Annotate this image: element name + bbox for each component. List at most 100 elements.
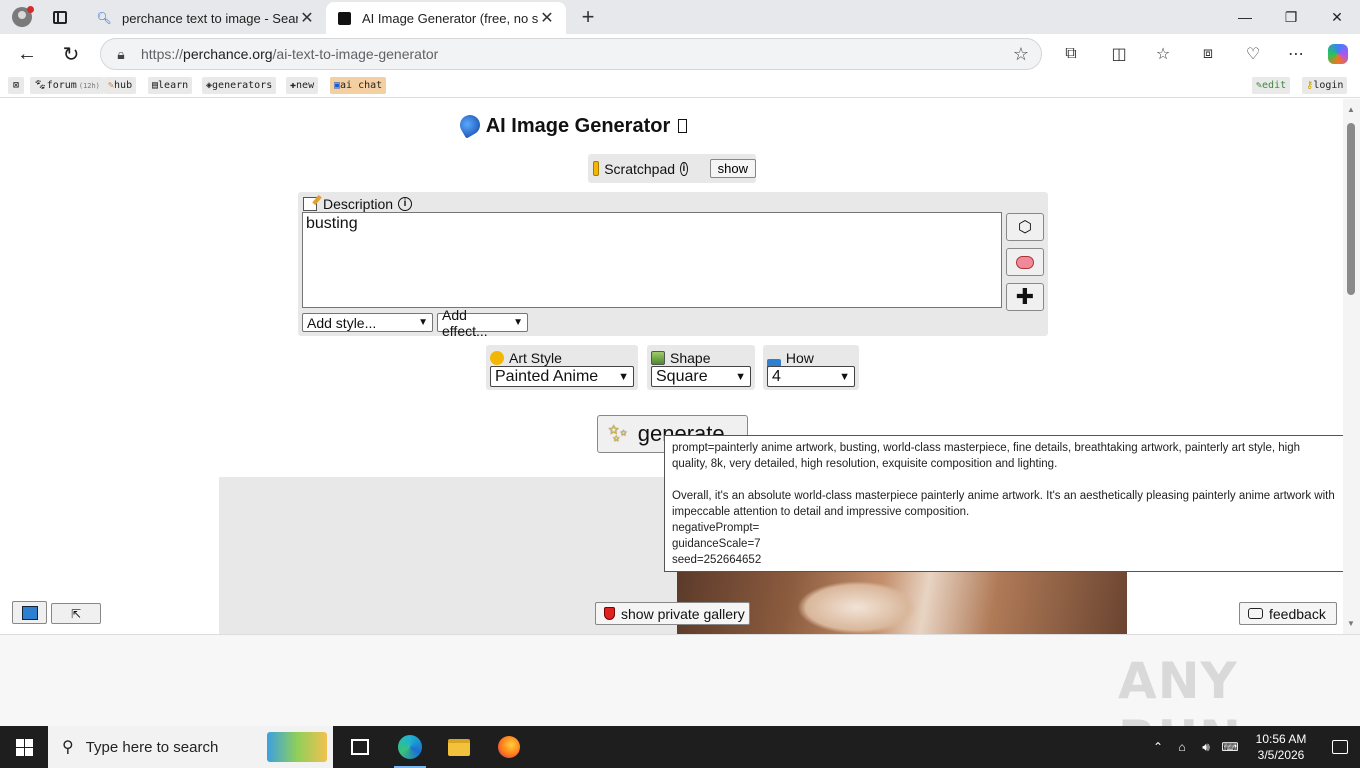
scratchpad-panel: Scratchpad i show	[588, 154, 756, 183]
close-tab-icon[interactable]: ✕	[298, 8, 316, 28]
art-style-value: Painted Anime	[495, 367, 599, 385]
close-tab-icon[interactable]: ✕	[538, 8, 556, 28]
start-button[interactable]	[0, 726, 48, 768]
arrow-up-left-icon: ⇱	[70, 606, 82, 621]
add-effect-select[interactable]: Add effect... ▼	[437, 307, 528, 339]
nav-new[interactable]: ✚ new	[286, 77, 319, 94]
close-nav-icon[interactable]: ⊠	[8, 77, 24, 94]
shape-select[interactable]: Square ▼	[651, 366, 751, 387]
shape-value: Square	[656, 367, 708, 385]
scroll-down-arrow-icon[interactable]: ▼	[1347, 619, 1355, 628]
show-private-gallery-button[interactable]: show private gallery	[595, 602, 750, 625]
extensions-icon[interactable]: ⧉	[1058, 42, 1084, 66]
palette-icon	[490, 351, 504, 365]
taskbar-edge[interactable]	[386, 726, 434, 768]
brain-button[interactable]	[1006, 248, 1044, 276]
page-scrollbar[interactable]: ▲ ▼	[1343, 99, 1360, 634]
chevron-down-icon: ▼	[513, 317, 523, 328]
copilot-icon[interactable]	[1325, 42, 1351, 66]
tab-actions-icon[interactable]	[48, 6, 72, 28]
key-icon: ⚷	[1306, 80, 1314, 91]
minimize-button[interactable]: —	[1222, 0, 1268, 34]
network-icon[interactable]: ⌂	[1170, 740, 1194, 754]
art-style-select[interactable]: Painted Anime ▼	[490, 366, 634, 387]
split-screen-icon[interactable]: ◫	[1106, 42, 1132, 66]
system-tray: ⌃ ⌂ 🔊︎ ⌨ 10:56 AM 3/5/2026	[1146, 726, 1360, 768]
scratchpad-show-button[interactable]: show	[709, 159, 756, 178]
back-button[interactable]: ←	[12, 40, 42, 68]
search-highlight-image	[267, 732, 327, 762]
nav-label: login	[1313, 80, 1344, 91]
nav-hub[interactable]: ✎ hub	[104, 77, 137, 94]
lock-icon[interactable]: 🔒︎	[101, 46, 141, 63]
nav-login[interactable]: ⚷ login	[1302, 77, 1348, 94]
taskbar-search[interactable]: ⚲ Type here to search	[48, 726, 333, 768]
info-icon[interactable]: i	[398, 197, 413, 211]
new-tab-button[interactable]: +	[576, 4, 600, 30]
nav-forum[interactable]: 🐾︎ forum (12h)	[30, 77, 104, 94]
favorite-star-icon[interactable]: ☆	[1001, 44, 1041, 65]
scratchpad-label: Scratchpad	[604, 160, 676, 177]
nav-learn[interactable]: ▤ learn	[148, 77, 193, 94]
page-title: AI Image Generator	[4, 111, 1143, 139]
taskbar-firefox[interactable]	[485, 726, 533, 768]
firefox-icon	[498, 736, 520, 758]
keyboard-icon[interactable]: ⌨	[1218, 740, 1242, 754]
clock[interactable]: 10:56 AM 3/5/2026	[1242, 731, 1320, 763]
restore-button[interactable]: ❐	[1268, 0, 1314, 34]
nav-generators[interactable]: ◈ generators	[202, 77, 277, 94]
more-menu-icon[interactable]: ⋯	[1283, 42, 1309, 66]
windows-logo-icon	[15, 738, 33, 756]
tab-title: AI Image Generator (free, no sign	[362, 10, 538, 26]
scroll-top-button[interactable]: ⇱	[51, 603, 101, 624]
nav-edit[interactable]: ✎ edit	[1252, 77, 1291, 94]
art-style-label: Art Style	[509, 350, 562, 366]
shape-panel: Shape Square ▼	[647, 345, 755, 390]
pin-button[interactable]	[12, 601, 47, 624]
tab-ai-image-generator[interactable]: AI Image Generator (free, no sign ✕	[326, 2, 566, 34]
add-style-select[interactable]: Add style... ▼	[302, 313, 433, 332]
favorites-icon[interactable]: ☆	[1150, 42, 1176, 66]
nav-label: hub	[114, 80, 133, 91]
description-textarea[interactable]: busting	[302, 212, 1002, 308]
feedback-button[interactable]: feedback	[1239, 602, 1337, 625]
search-icon: ⚲	[62, 739, 74, 756]
feedback-label: feedback	[1269, 605, 1326, 622]
dice-icon	[336, 10, 352, 26]
speech-bubble-icon	[1248, 608, 1263, 619]
nav-ai-chat[interactable]: ▣ ai chat	[330, 77, 387, 94]
site-nav-bar: ⊠ 🐾︎ forum (12h) ✎ hub ▤ learn ◈ generators ✚…	[0, 74, 1360, 98]
paw-icon: 🐾︎	[34, 80, 47, 91]
description-panel: Description i busting ⬡ ✚ Add style... ▼ …	[298, 192, 1048, 339]
taskbar-file-explorer[interactable]	[435, 726, 483, 768]
tooltip-seed: seed=252664652	[672, 554, 762, 566]
how-many-select[interactable]: 4 ▼	[767, 366, 855, 387]
info-icon[interactable]: i	[680, 161, 688, 176]
collections-icon[interactable]: ⧈	[1195, 42, 1221, 66]
volume-icon[interactable]: 🔊︎	[1194, 740, 1218, 755]
placeholder-glyph-icon	[678, 119, 688, 133]
how-many-panel: How many? 4▼	[763, 345, 859, 390]
nav-label: generators	[212, 80, 273, 91]
browser-essentials-icon[interactable]: ♡	[1240, 42, 1266, 66]
notifications-button[interactable]	[1320, 740, 1360, 754]
address-bar[interactable]: 🔒︎ https://perchance.org/ai-text-to-imag…	[100, 38, 1042, 70]
notification-icon	[1332, 740, 1348, 754]
scrollbar-thumb[interactable]	[1347, 123, 1355, 295]
task-view-button[interactable]	[336, 726, 384, 768]
show-private-gallery-label: show private gallery	[621, 605, 745, 622]
clock-time: 10:56 AM	[1255, 732, 1307, 746]
close-window-button[interactable]: ✕	[1314, 0, 1360, 34]
chevron-up-icon[interactable]: ⌃	[1146, 740, 1170, 754]
profile-avatar[interactable]	[8, 4, 36, 30]
random-dice-button[interactable]: ⬡	[1006, 213, 1044, 241]
add-button[interactable]: ✚	[1006, 283, 1044, 311]
edge-icon	[398, 735, 422, 759]
how-many-value: 4	[772, 367, 781, 385]
chevron-down-icon: ▼	[839, 370, 850, 383]
tab-search[interactable]: 🔍︎ perchance text to image - Search ✕	[86, 2, 326, 34]
shield-icon	[604, 607, 615, 620]
chevron-down-icon: ▼	[618, 370, 629, 383]
reload-button[interactable]: ↻	[56, 40, 86, 68]
scroll-up-arrow-icon[interactable]: ▲	[1347, 105, 1355, 114]
